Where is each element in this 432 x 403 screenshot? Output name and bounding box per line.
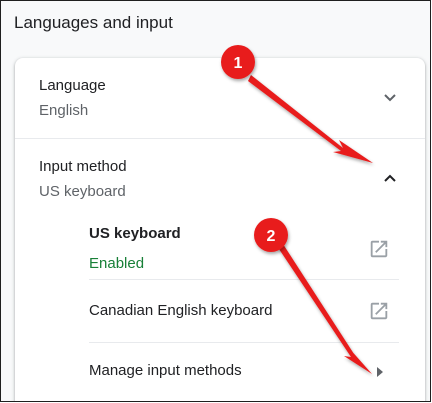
keyboard-item-canadian: Canadian English keyboard xyxy=(15,280,425,342)
language-row[interactable]: Language English xyxy=(15,58,425,138)
settings-panel: Languages and input Language English Inp… xyxy=(0,0,431,402)
chevron-down-icon[interactable] xyxy=(383,93,397,103)
input-method-row[interactable]: Input method US keyboard xyxy=(15,139,425,211)
input-method-value: US keyboard xyxy=(39,183,126,200)
language-label: Language xyxy=(39,77,106,94)
manage-input-methods-row[interactable]: Manage input methods xyxy=(15,343,425,401)
open-in-new-icon[interactable] xyxy=(368,238,390,260)
manage-input-methods-label: Manage input methods xyxy=(89,362,242,379)
arrow-right-icon[interactable] xyxy=(376,367,384,377)
keyboard-name: US keyboard xyxy=(89,225,181,242)
languages-card: Language English Input method US keyboar… xyxy=(15,58,425,401)
keyboard-item-us: US keyboard Enabled xyxy=(15,211,425,279)
keyboard-name: Canadian English keyboard xyxy=(89,302,273,319)
section-title: Languages and input xyxy=(14,13,173,32)
open-in-new-icon[interactable] xyxy=(368,300,390,322)
keyboard-status-badge: Enabled xyxy=(89,255,145,272)
language-value: English xyxy=(39,102,89,119)
input-method-label: Input method xyxy=(39,158,127,175)
chevron-up-icon[interactable] xyxy=(383,173,397,183)
